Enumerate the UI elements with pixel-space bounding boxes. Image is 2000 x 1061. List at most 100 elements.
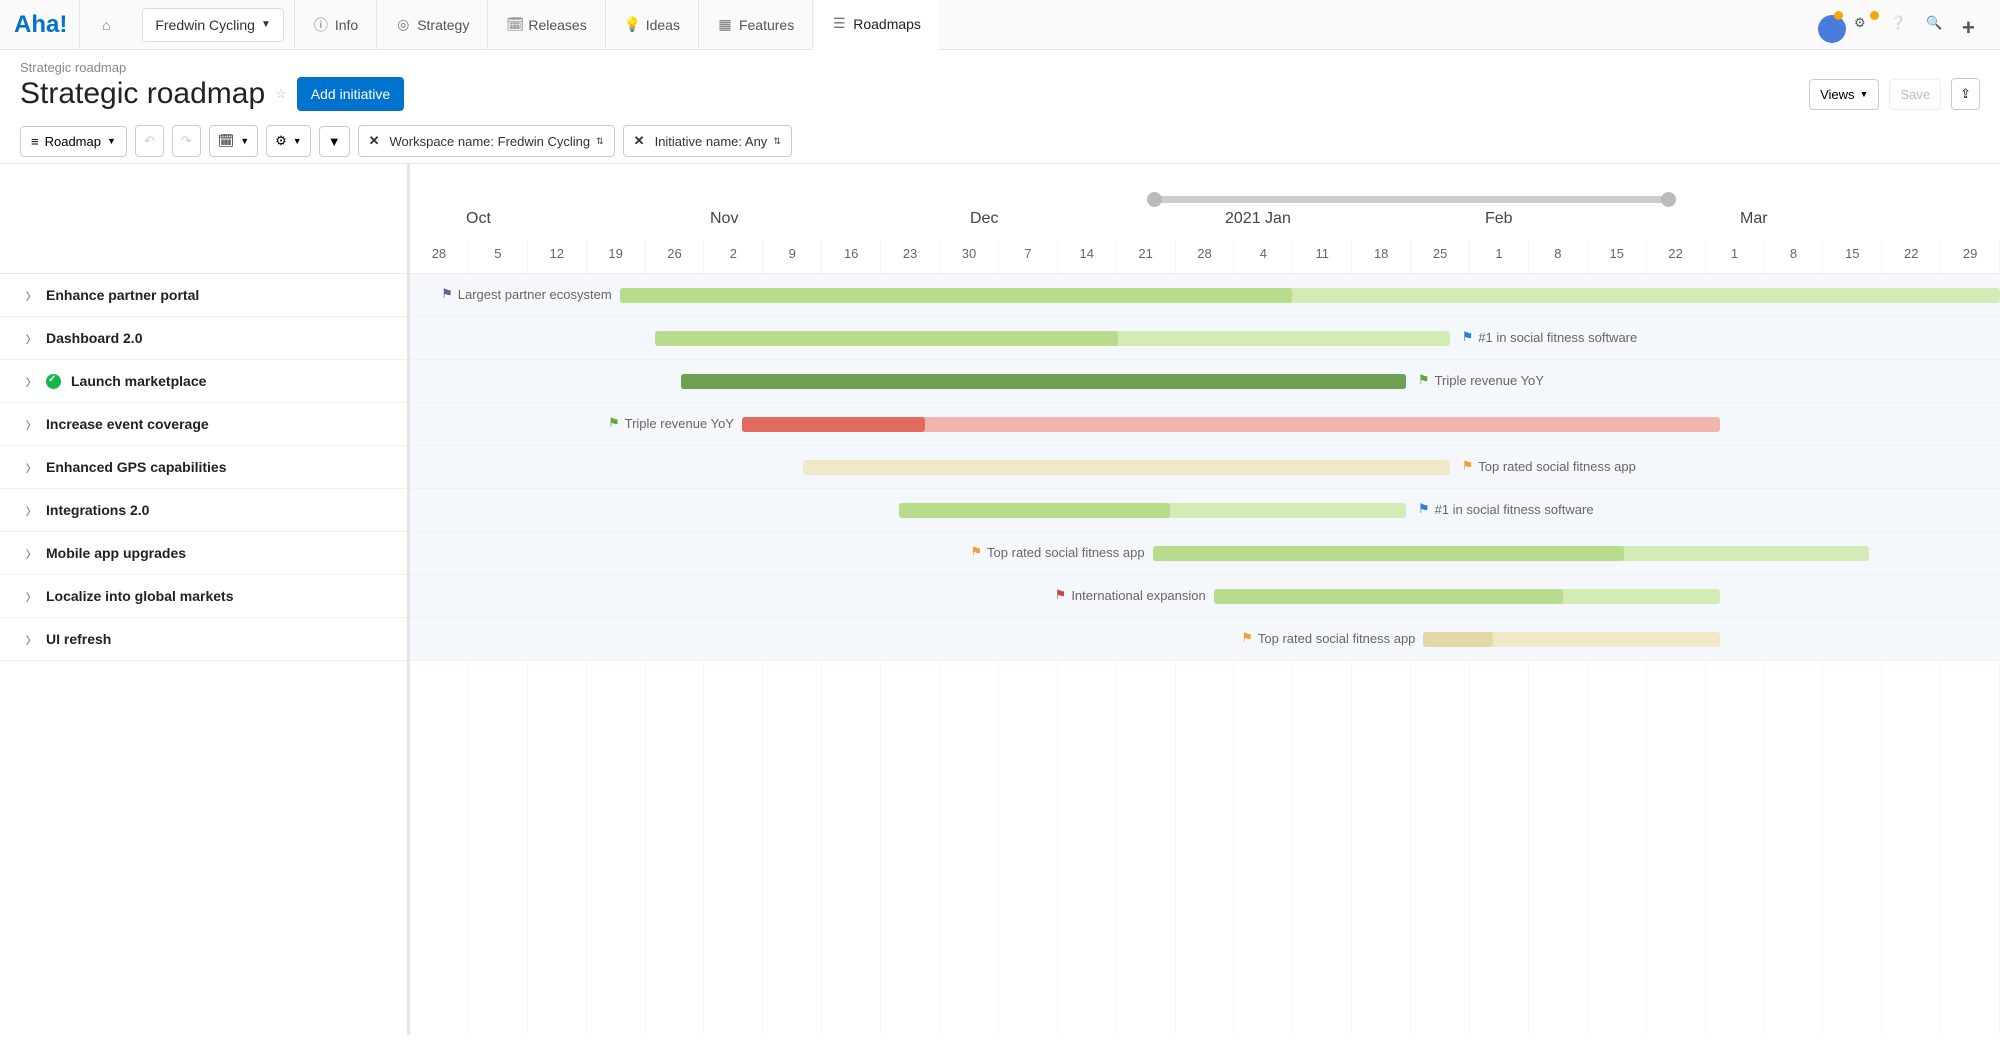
day-label: 16 xyxy=(822,240,881,273)
nav-ideas[interactable]: 💡Ideas xyxy=(605,0,698,50)
roadmap-area: 〉Enhance partner portal〉Dashboard 2.0〉La… xyxy=(0,164,2000,1035)
day-label: 15 xyxy=(1588,240,1647,273)
settings-button[interactable]: ⚙▼ xyxy=(266,125,311,157)
gantt-bar-progress[interactable] xyxy=(1214,589,1563,604)
goal-label: ⚑International expansion xyxy=(1055,587,1206,603)
top-nav: Aha! ⌂ Fredwin Cycling ▼ ⓘInfo ◎ Strategy… xyxy=(0,0,2000,50)
chevron-right-icon: 〉 xyxy=(26,331,36,346)
help-icon[interactable]: ❔ xyxy=(1890,15,1910,35)
goal-label: ⚑Top rated social fitness app xyxy=(1241,630,1415,646)
gear-icon[interactable]: ⚙ xyxy=(1854,15,1874,35)
add-initiative-button[interactable]: Add initiative xyxy=(297,77,404,111)
nav-roadmaps[interactable]: ☰Roadmaps xyxy=(812,0,939,50)
gantt-row[interactable]: ⚑Top rated social fitness app xyxy=(410,532,2000,575)
gantt-row[interactable]: ⚑Triple revenue YoY xyxy=(410,360,2000,403)
sort-icon: ⇅ xyxy=(596,136,604,147)
gantt-bar-progress[interactable] xyxy=(620,288,1293,303)
goal-label: ⚑Top rated social fitness app xyxy=(1462,458,1636,474)
gantt-bar-progress[interactable] xyxy=(1423,632,1493,647)
caret-down-icon: ▼ xyxy=(240,136,249,146)
gantt-row[interactable]: ⚑Triple revenue YoY xyxy=(410,403,2000,446)
notification-dot-icon xyxy=(1870,11,1879,20)
sidebar-row[interactable]: 〉Launch marketplace xyxy=(0,360,407,403)
nav-strategy-label: Strategy xyxy=(417,17,469,33)
filter-button[interactable]: ▼ xyxy=(319,126,350,157)
flag-icon: ⚑ xyxy=(1462,458,1474,474)
redo-button[interactable]: ↷ xyxy=(172,125,201,157)
nav-releases-label: Releases xyxy=(528,17,586,33)
share-button[interactable]: ⇪ xyxy=(1951,78,1980,110)
sidebar-row[interactable]: 〉Enhance partner portal xyxy=(0,274,407,317)
nav-releases[interactable]: 🗓Releases xyxy=(487,0,604,50)
timeline-scroll[interactable] xyxy=(410,192,2000,206)
workspace-picker[interactable]: Fredwin Cycling ▼ xyxy=(142,8,284,42)
day-label: 18 xyxy=(1352,240,1411,273)
sidebar-row[interactable]: 〉Increase event coverage xyxy=(0,403,407,446)
day-label: 14 xyxy=(1058,240,1117,273)
toolbar: ≡Roadmap▼ ↶ ↷ 🗓▼ ⚙▼ ▼ ✕Workspace name: F… xyxy=(20,111,1980,157)
workspace-filter[interactable]: ✕ Workspace name: Fredwin Cycling ⇅ xyxy=(358,125,615,157)
sidebar-row[interactable]: 〉UI refresh xyxy=(0,618,407,661)
search-icon[interactable]: 🔍 xyxy=(1926,15,1946,35)
notification-dot-icon xyxy=(1834,11,1843,20)
gantt-bar-progress[interactable] xyxy=(655,331,1118,346)
sidebar-row[interactable]: 〉Integrations 2.0 xyxy=(0,489,407,532)
header-actions: Views▼ Save ⇪ xyxy=(1809,78,1980,110)
nav-features[interactable]: ▦Features xyxy=(698,0,812,50)
flag-icon: ⚑ xyxy=(1462,329,1474,345)
remove-filter-icon[interactable]: ✕ xyxy=(369,133,380,149)
timeline[interactable]: OctNovDec2021 JanFebMar 2851219262916233… xyxy=(410,164,2000,1035)
day-label: 15 xyxy=(1823,240,1882,273)
undo-icon: ↶ xyxy=(144,133,155,149)
home-nav[interactable]: ⌂ xyxy=(79,0,132,50)
day-label: 28 xyxy=(1176,240,1235,273)
views-button[interactable]: Views▼ xyxy=(1809,79,1879,110)
workspace-filter-label: Workspace name: Fredwin Cycling xyxy=(390,134,591,149)
day-label: 30 xyxy=(940,240,999,273)
gantt-bar-progress[interactable] xyxy=(1153,546,1625,561)
gantt-row[interactable]: ⚑#1 in social fitness software xyxy=(410,489,2000,532)
gantt-bar-progress[interactable] xyxy=(681,374,1406,389)
nav-info[interactable]: ⓘInfo xyxy=(294,0,376,50)
sidebar-row[interactable]: 〉Mobile app upgrades xyxy=(0,532,407,575)
filter-icon: ▼ xyxy=(328,134,341,149)
day-label: 21 xyxy=(1117,240,1176,273)
day-label: 4 xyxy=(1234,240,1293,273)
add-icon[interactable]: + xyxy=(1962,15,1982,35)
sidebar-spacer xyxy=(0,164,407,274)
gantt-bar-progress[interactable] xyxy=(742,417,925,432)
roadmap-type-button[interactable]: ≡Roadmap▼ xyxy=(20,126,127,157)
undo-button[interactable]: ↶ xyxy=(135,125,164,157)
star-icon[interactable]: ☆ xyxy=(275,86,287,102)
avatar[interactable] xyxy=(1818,15,1838,35)
target-icon: ◎ xyxy=(395,16,411,33)
date-picker-button[interactable]: 🗓▼ xyxy=(209,125,258,157)
day-label: 2 xyxy=(704,240,763,273)
sidebar-row[interactable]: 〉Dashboard 2.0 xyxy=(0,317,407,360)
logo: Aha! xyxy=(14,11,67,39)
calendar-icon: 🗓 xyxy=(218,133,235,149)
day-label: 28 xyxy=(410,240,469,273)
gantt-row[interactable]: ⚑#1 in social fitness software xyxy=(410,317,2000,360)
day-label: 1 xyxy=(1470,240,1529,273)
initiative-filter[interactable]: ✕Initiative name: Any⇅ xyxy=(623,125,792,157)
gantt-row[interactable]: ⚑International expansion xyxy=(410,575,2000,618)
gantt-row[interactable]: ⚑Top rated social fitness app xyxy=(410,618,2000,661)
caret-down-icon: ▼ xyxy=(1860,89,1869,99)
gantt-row[interactable]: ⚑Top rated social fitness app xyxy=(410,446,2000,489)
save-button[interactable]: Save xyxy=(1889,79,1941,110)
goal-label: ⚑Triple revenue YoY xyxy=(608,415,734,431)
gantt-bar[interactable] xyxy=(803,460,1449,475)
check-badge-icon xyxy=(46,374,61,389)
gantt-bar-progress[interactable] xyxy=(899,503,1170,518)
nav-strategy[interactable]: ◎ Strategy xyxy=(376,0,487,50)
goal-label: ⚑Triple revenue YoY xyxy=(1418,372,1544,388)
row-label: Integrations 2.0 xyxy=(46,502,149,518)
row-label: Enhanced GPS capabilities xyxy=(46,459,227,475)
sidebar-row[interactable]: 〉Localize into global markets xyxy=(0,575,407,618)
flag-icon: ⚑ xyxy=(441,286,453,302)
sidebar-row[interactable]: 〉Enhanced GPS capabilities xyxy=(0,446,407,489)
roadmap-icon: ☰ xyxy=(831,15,847,32)
gantt-row[interactable]: ⚑Largest partner ecosystem xyxy=(410,274,2000,317)
remove-filter-icon[interactable]: ✕ xyxy=(634,133,645,149)
